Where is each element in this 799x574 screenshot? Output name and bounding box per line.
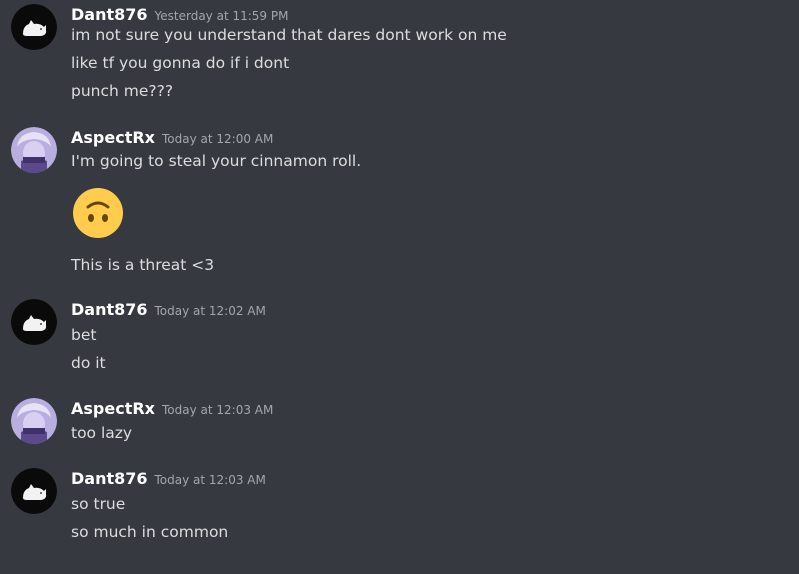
dant-cat-avatar-icon[interactable] (11, 299, 57, 345)
message-header: Dant876 Today at 12:02 AM (71, 299, 266, 321)
message-text: so true (71, 495, 126, 513)
message-text: do it (71, 354, 106, 372)
message-text: bet (71, 326, 97, 344)
dant-cat-avatar-icon[interactable] (11, 468, 57, 514)
timestamp: Today at 12:03 AM (154, 473, 266, 487)
aspect-anime-avatar-icon[interactable] (11, 398, 57, 444)
timestamp: Today at 12:03 AM (161, 403, 274, 417)
aspect-anime-avatar-icon[interactable] (11, 127, 57, 173)
username[interactable]: Dant876 (71, 5, 148, 24)
message-text: so much in common (71, 523, 229, 541)
dant-cat-avatar-icon[interactable] (11, 4, 57, 50)
timestamp: Today at 12:02 AM (154, 304, 266, 318)
username[interactable]: Dant876 (71, 469, 148, 488)
message-header: Dant876 Yesterday at 11:59 PM (71, 4, 288, 26)
username[interactable]: Dant876 (71, 300, 148, 319)
message-text: im not sure you understand that dares do… (71, 26, 507, 44)
message-header: Dant876 Today at 12:03 AM (71, 468, 266, 490)
message-text: too lazy (71, 424, 133, 442)
message-header: AspectRx Today at 12:00 AM (71, 127, 273, 149)
message-text: This is a threat <3 (71, 256, 215, 274)
username[interactable]: AspectRx (71, 128, 155, 147)
message-header: AspectRx Today at 12:03 AM (71, 398, 273, 420)
username[interactable]: AspectRx (71, 399, 155, 418)
timestamp: Today at 12:00 AM (161, 132, 274, 146)
message-text: punch me??? (71, 82, 174, 100)
timestamp: Yesterday at 11:59 PM (154, 9, 289, 23)
message-text: like tf you gonna do if i dont (71, 54, 290, 72)
message-text: I'm going to steal your cinnamon roll. (71, 152, 362, 170)
upside-down-face-icon (72, 187, 124, 239)
